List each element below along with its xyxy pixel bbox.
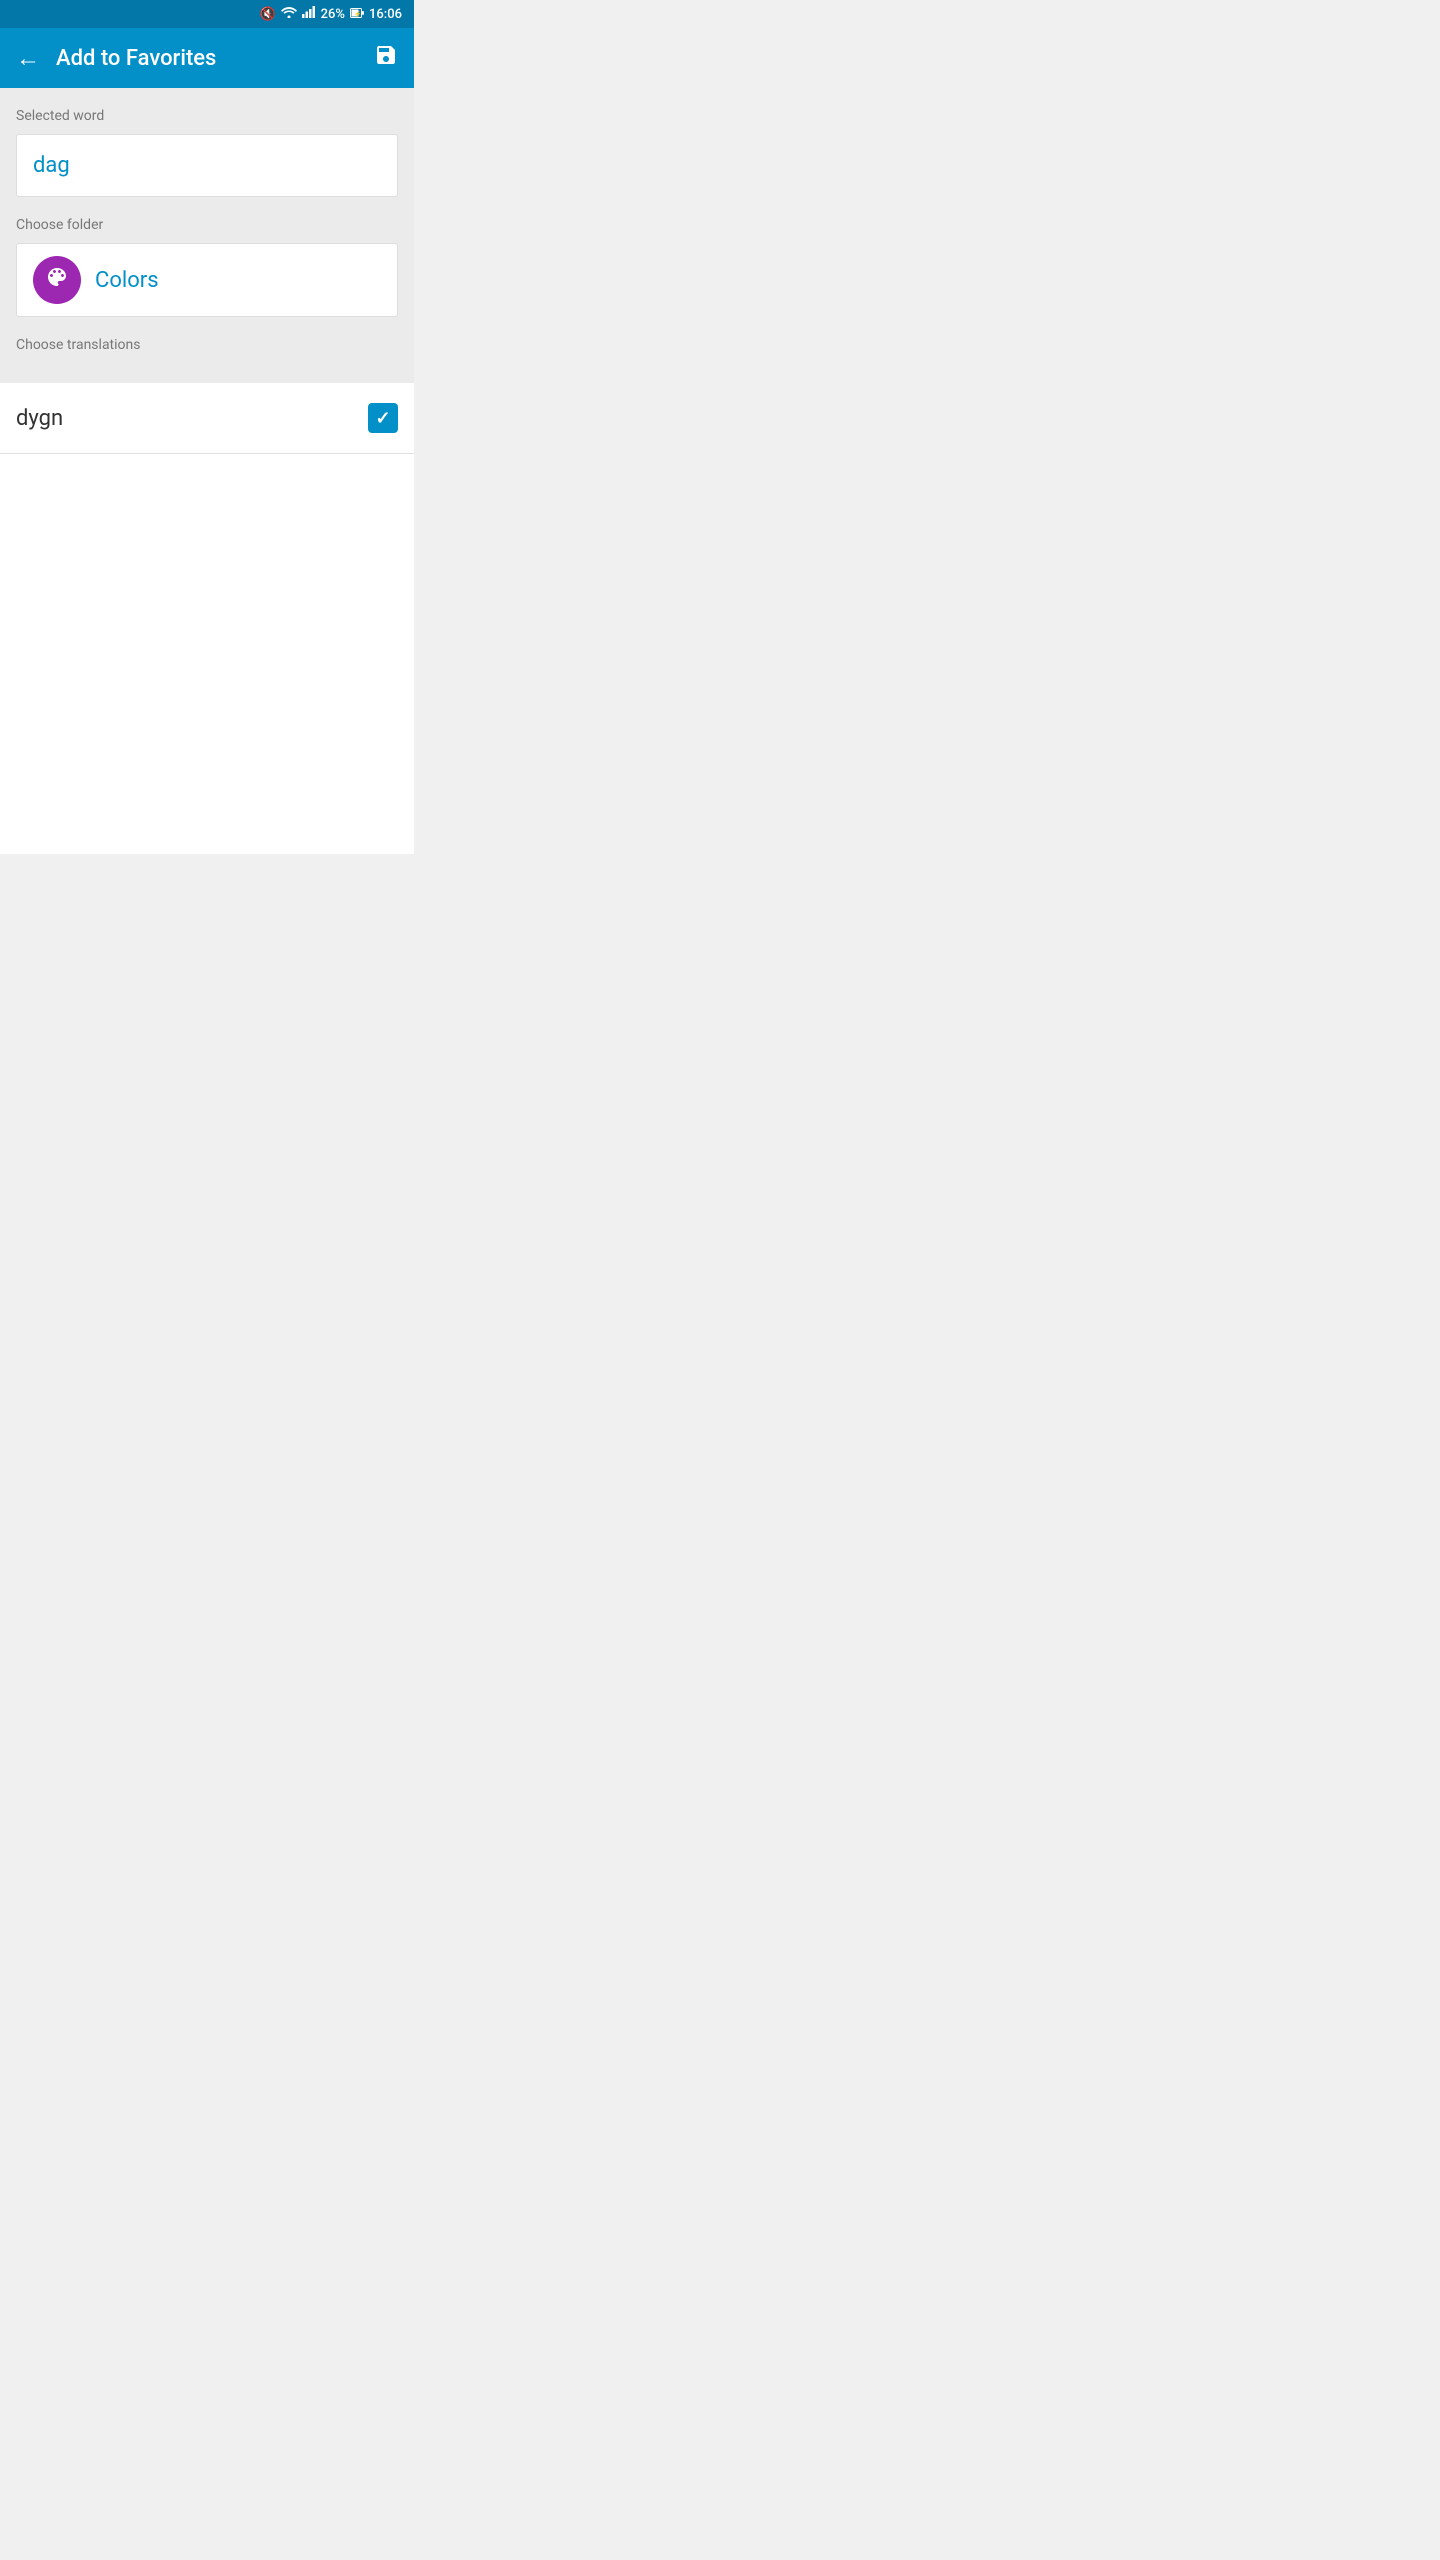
status-bar: 🔇 26% ⚡ 16:06 xyxy=(0,0,414,28)
empty-content xyxy=(0,454,414,854)
mute-icon: 🔇 xyxy=(259,7,275,22)
selected-word-label: Selected word xyxy=(16,108,398,124)
status-icons: 🔇 26% ⚡ 16:06 xyxy=(259,6,402,22)
folder-icon-circle xyxy=(33,256,81,304)
choose-translations-label: Choose translations xyxy=(16,337,398,363)
folder-selector[interactable]: Colors xyxy=(16,243,398,317)
folder-name: Colors xyxy=(95,268,159,293)
signal-icon xyxy=(302,6,316,22)
checkmark-icon: ✓ xyxy=(375,408,390,429)
selected-word-field[interactable]: dag xyxy=(16,134,398,197)
translation-checkbox[interactable]: ✓ xyxy=(368,403,398,433)
choose-folder-label: Choose folder xyxy=(16,217,398,233)
translation-word: dygn xyxy=(16,406,63,431)
page-title: Add to Favorites xyxy=(56,46,216,71)
time-display: 16:06 xyxy=(369,7,402,22)
wifi-icon xyxy=(281,6,297,22)
content-area: Selected word dag Choose folder Colors C… xyxy=(0,88,414,383)
svg-text:⚡: ⚡ xyxy=(354,10,361,18)
translation-item[interactable]: dygn ✓ xyxy=(0,383,414,454)
app-bar: ← Add to Favorites xyxy=(0,28,414,88)
selected-word-value: dag xyxy=(33,153,70,178)
save-button[interactable] xyxy=(374,43,398,73)
back-button[interactable]: ← xyxy=(16,44,40,73)
translations-list: dygn ✓ xyxy=(0,383,414,454)
battery-icon: ⚡ xyxy=(350,7,364,22)
app-bar-left: ← Add to Favorites xyxy=(16,44,216,73)
battery-percent: 26% xyxy=(321,7,345,22)
palette-icon xyxy=(45,265,69,295)
